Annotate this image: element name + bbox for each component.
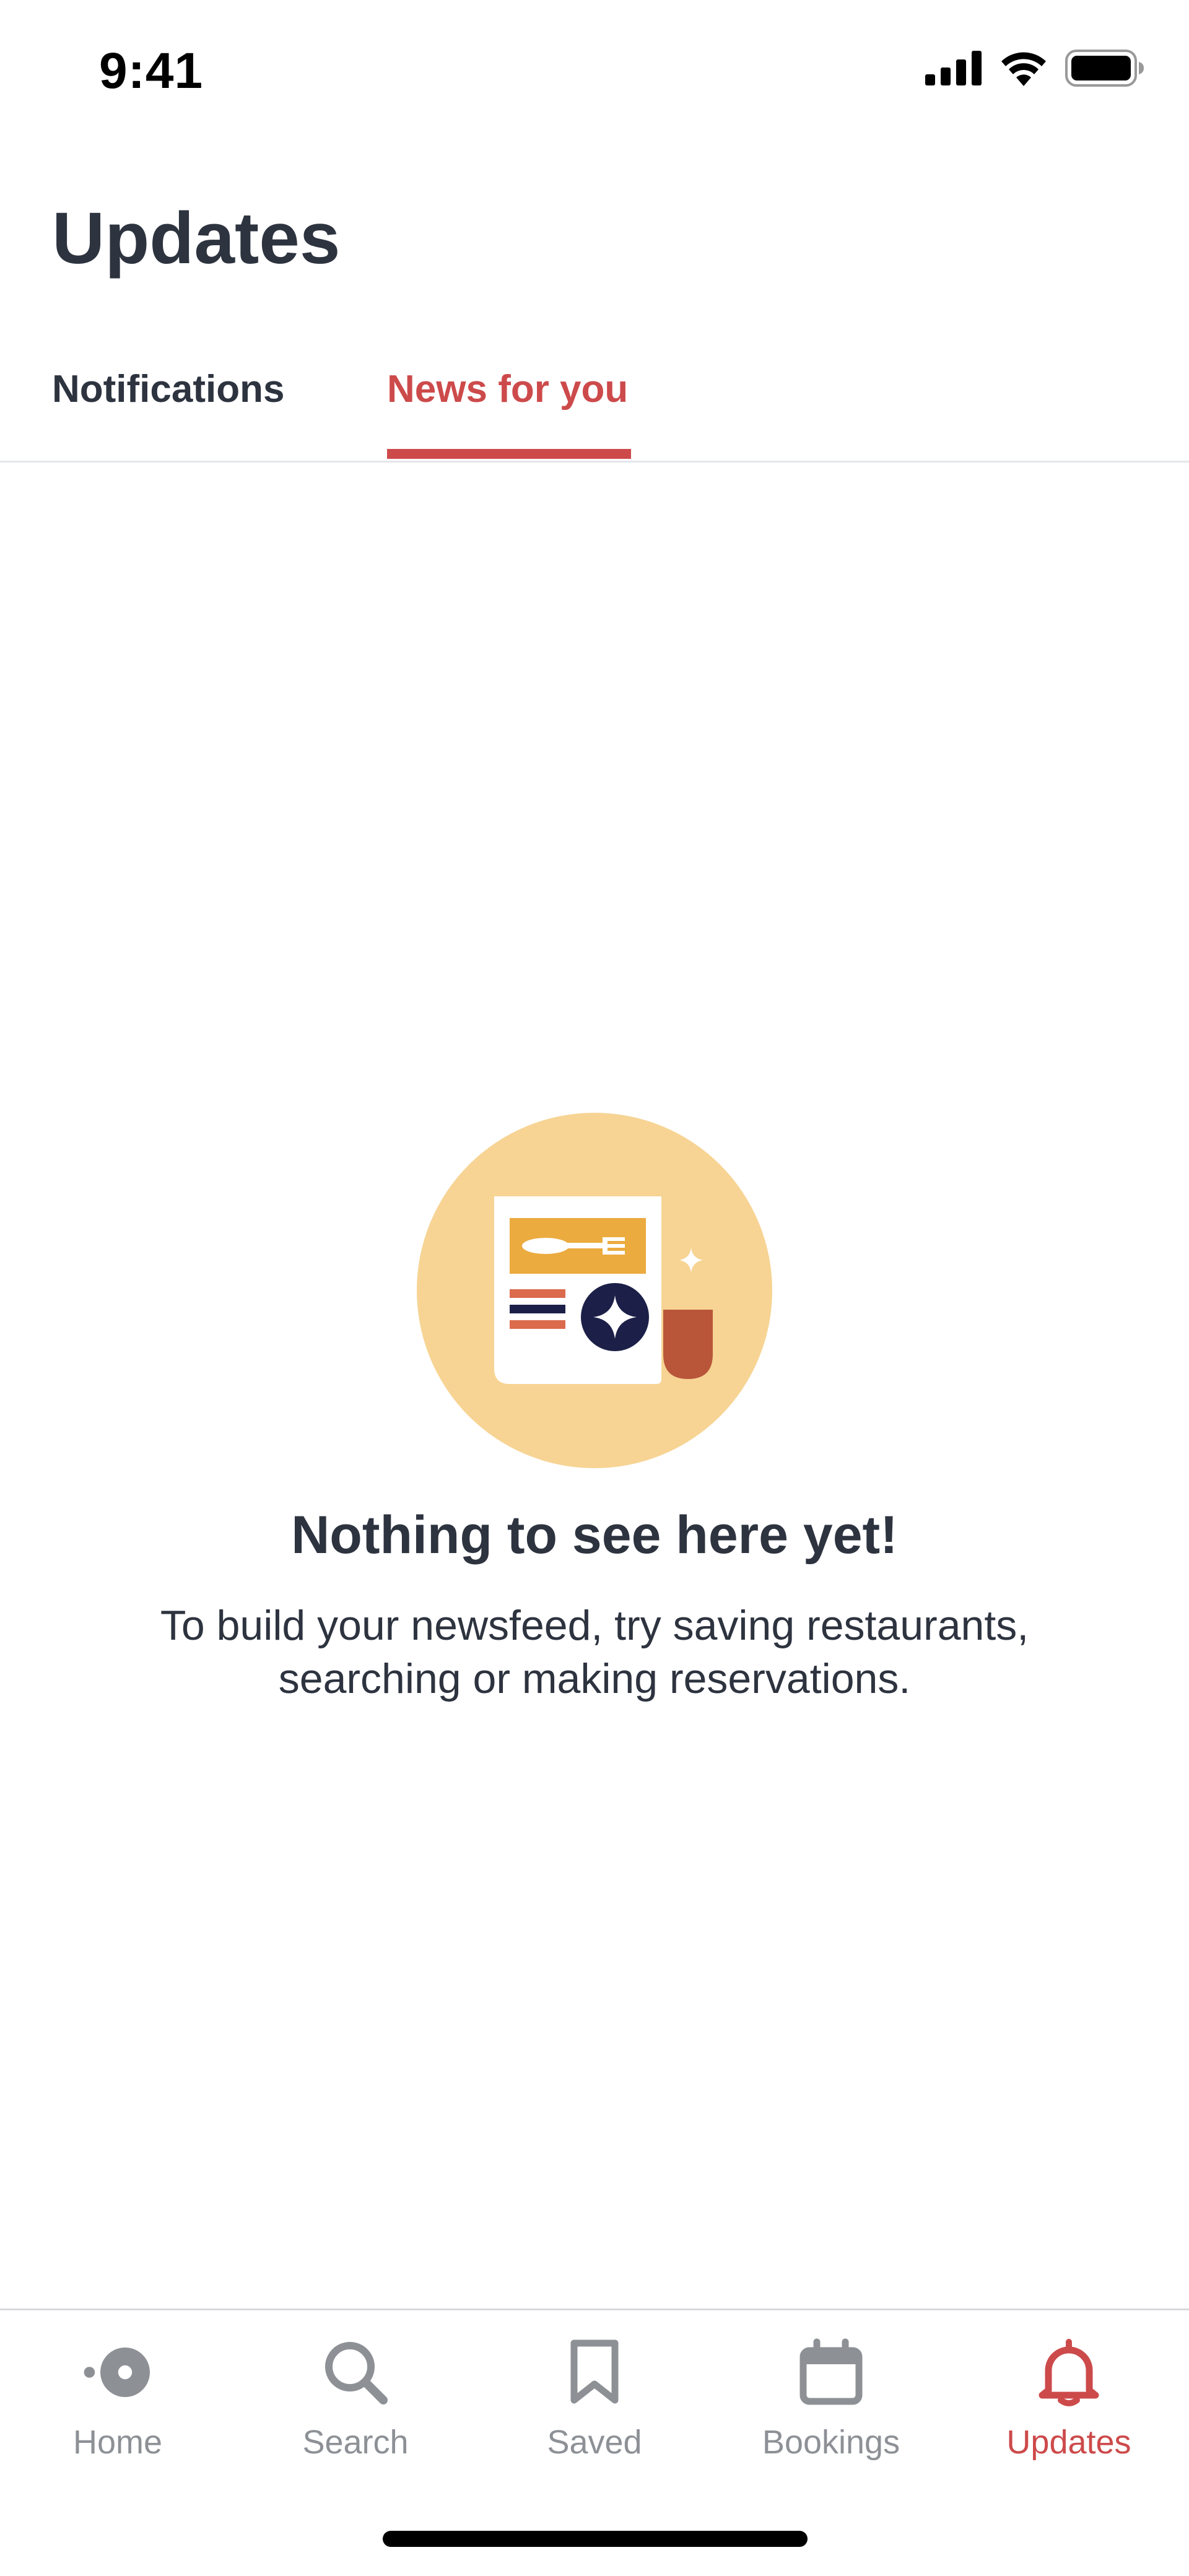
nav-label-updates: Updates bbox=[1006, 2424, 1131, 2461]
calendar-icon bbox=[794, 2335, 868, 2409]
search-icon bbox=[318, 2335, 393, 2409]
nav-label-saved: Saved bbox=[547, 2424, 642, 2461]
signal-icon bbox=[925, 51, 982, 89]
page-title: Updates bbox=[52, 198, 341, 279]
home-indicator bbox=[383, 2531, 808, 2547]
wifi-icon bbox=[1000, 50, 1048, 89]
empty-state-title: Nothing to see here yet! bbox=[291, 1505, 898, 1565]
status-time: 9:41 bbox=[99, 43, 204, 99]
nav-saved[interactable]: Saved bbox=[502, 2335, 687, 2484]
tab-news-for-you[interactable]: News for you bbox=[387, 370, 628, 409]
nav-label-search: Search bbox=[302, 2424, 409, 2461]
nav-search[interactable]: Search bbox=[263, 2335, 448, 2484]
nav-home[interactable]: Home bbox=[25, 2335, 211, 2484]
status-bar: 9:41 bbox=[0, 0, 1189, 124]
battery-icon bbox=[1065, 50, 1144, 90]
nav-bookings[interactable]: Bookings bbox=[738, 2335, 924, 2484]
status-icons bbox=[925, 50, 1144, 90]
active-tab-indicator bbox=[387, 449, 631, 459]
home-icon bbox=[81, 2335, 155, 2409]
bookmark-icon bbox=[557, 2335, 632, 2409]
newspaper-illustration bbox=[417, 1113, 772, 1468]
nav-updates[interactable]: Updates bbox=[976, 2335, 1162, 2484]
nav-label-home: Home bbox=[72, 2424, 163, 2461]
bell-icon bbox=[1032, 2335, 1106, 2409]
nav-label-bookings: Bookings bbox=[762, 2424, 900, 2461]
tab-bar: Notifications News for you bbox=[0, 359, 1189, 463]
tab-notifications[interactable]: Notifications bbox=[52, 370, 284, 409]
empty-state-message: To build your newsfeed, try saving resta… bbox=[160, 1602, 1029, 1702]
